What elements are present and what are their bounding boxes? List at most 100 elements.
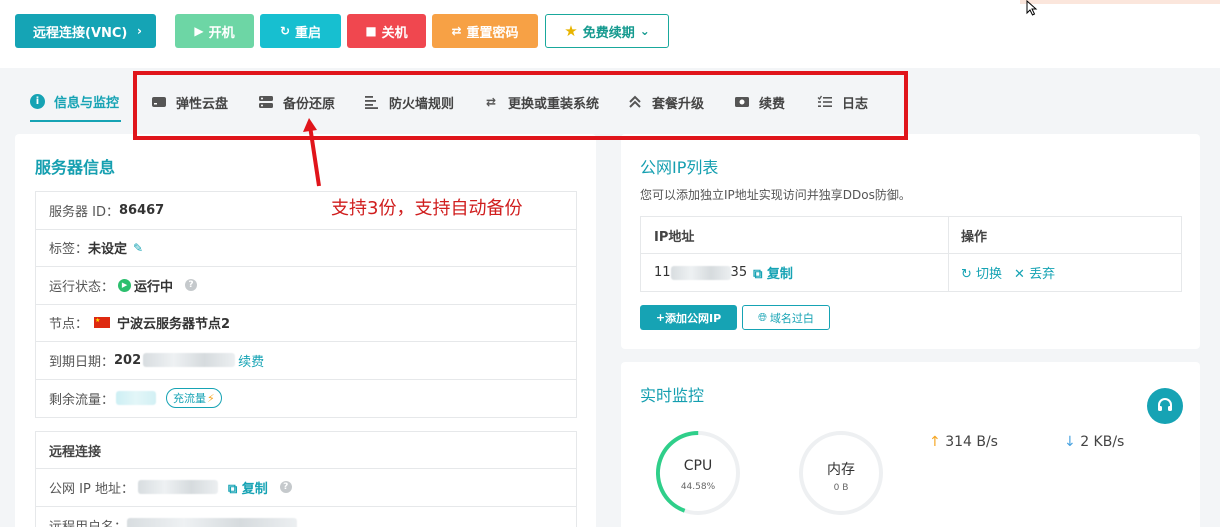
power-on-button[interactable]: ▶ 开机 [175, 14, 254, 48]
remote-connection-table: 远程连接 公网 IP 地址： ⧉ 复制 ? 远程用户名： [35, 431, 577, 527]
tag-label: 标签： [49, 242, 89, 258]
arrow-down-icon: ↓ [1064, 434, 1076, 450]
free-renew-button[interactable]: ★ 免费续期 ⌄ [545, 14, 669, 48]
recharge-traffic-label: 充流量 [173, 392, 207, 406]
server-info-table: 服务器 ID： 86467 标签： 未设定 ✎ 运行状态： ▶ 运行中 ? 节点… [35, 191, 577, 418]
upload-speed: ↑ 314 B/s [929, 434, 998, 450]
sync-icon: ⇄ [451, 24, 462, 38]
support-button[interactable] [1147, 388, 1183, 424]
switch-button[interactable]: ↻ 切换 [961, 263, 1002, 282]
stop-icon: ■ [365, 24, 377, 38]
chevron-right-icon: › [137, 24, 142, 38]
add-public-ip-label: 添加公网IP [665, 311, 722, 325]
redacted-traffic [116, 391, 157, 406]
renew-link[interactable]: 续费 [238, 351, 264, 370]
annotation-arrow-icon [303, 118, 321, 187]
copy-ip-button[interactable]: ⧉ 复制 [228, 478, 268, 497]
copy-label: 复制 [241, 481, 268, 497]
help-icon[interactable]: ? [185, 279, 198, 292]
node-label: 节点： [49, 317, 89, 333]
public-ip-title: 公网IP列表 [640, 158, 719, 177]
cpu-label: CPU [683, 458, 713, 474]
node-value: 宁波云服务器节点2 [117, 317, 231, 333]
refresh-icon: ↻ [279, 24, 291, 38]
tag-row: 标签： 未设定 ✎ [36, 230, 576, 267]
play-icon: ▶ [194, 24, 204, 38]
public-ip-row: 公网 IP 地址： ⧉ 复制 ? [36, 469, 576, 507]
ip-cell: 11 35 ⧉ 复制 [641, 254, 949, 291]
switch-label: 切换 [976, 267, 1003, 282]
headset-icon [1158, 398, 1172, 411]
domain-whitelist-button[interactable]: 🌐︎ 域名过白 [742, 305, 830, 330]
tag-value: 未设定 [88, 242, 128, 258]
top-strip [1020, 0, 1220, 4]
ip-suffix: 35 [730, 265, 748, 280]
traffic-row: 剩余流量： 充流量 ⚡ [36, 380, 576, 418]
annotation-note: 支持3份，支持自动备份 [331, 198, 523, 219]
copy-ip-button[interactable]: ⧉ 复制 [753, 263, 793, 282]
status-row: 运行状态： ▶ 运行中 ? [36, 267, 576, 305]
node-row: 节点： ★ 宁波云服务器节点2 [36, 305, 576, 342]
ip-table: IP地址 操作 11 35 ⧉ 复制 ↻ 切换 ✕ 丢弃 [640, 216, 1182, 292]
redacted-ip [670, 265, 731, 280]
ip-prefix: 11 [654, 265, 671, 280]
status-value: 运行中 [134, 279, 174, 295]
memory-value: 0 B [833, 483, 849, 493]
status-label: 运行状态： [49, 279, 115, 295]
vnc-button[interactable]: 远程连接(VNC) › [15, 14, 156, 48]
shutdown-label: 关机 [381, 25, 408, 41]
realtime-monitor-card: 实时监控 CPU 44.58% 内存 0 B ↑ 314 B/s ↓ 2 KB/… [621, 362, 1200, 527]
restart-label: 重启 [295, 25, 322, 41]
server-id-value: 86467 [118, 202, 165, 218]
table-row: 11 35 ⧉ 复制 ↻ 切换 ✕ 丢弃 [641, 254, 1181, 291]
server-info-card: 服务器信息 服务器 ID： 86467 标签： 未设定 ✎ 运行状态： ▶ 运行… [15, 134, 596, 527]
col-ip-header: IP地址 [641, 217, 949, 253]
server-id-label: 服务器 ID： [49, 204, 119, 220]
china-flag-icon: ★ [94, 317, 111, 329]
memory-label: 内存 [827, 462, 855, 478]
arrow-up-icon: ↑ [929, 434, 941, 450]
add-public-ip-button[interactable]: + 添加公网IP [640, 305, 737, 330]
recharge-traffic-button[interactable]: 充流量 ⚡ [166, 388, 222, 409]
lightning-icon: ⚡ [207, 391, 215, 405]
help-icon[interactable]: ? [279, 481, 292, 494]
remote-user-label: 远程用户名： [49, 516, 127, 527]
upload-value: 314 B/s [945, 434, 998, 450]
redacted-ip [137, 480, 218, 495]
expire-label: 到期日期： [49, 354, 115, 370]
download-speed: ↓ 2 KB/s [1064, 434, 1124, 450]
edit-icon[interactable]: ✎ [133, 241, 143, 255]
globe-icon: 🌐︎ [758, 310, 767, 324]
remote-connection-title: 远程连接 [36, 432, 576, 469]
cpu-value: 44.58% [680, 482, 716, 492]
mouse-cursor-icon [1026, 0, 1038, 16]
public-ip-label: 公网 IP 地址： [49, 481, 134, 497]
discard-button[interactable]: ✕ 丢弃 [1014, 263, 1055, 282]
reset-password-button[interactable]: ⇄ 重置密码 [432, 14, 538, 48]
reset-password-label: 重置密码 [466, 25, 519, 41]
ip-table-header: IP地址 操作 [641, 217, 1181, 254]
col-action-header: 操作 [961, 229, 988, 245]
expire-row: 到期日期： 202 续费 [36, 342, 576, 380]
copy-label: 复制 [766, 267, 793, 282]
star-icon: ★ [564, 22, 578, 40]
public-ip-description: 您可以添加独立IP地址实现访问并独享DDos防御。 [640, 188, 911, 202]
free-renew-label: 免费续期 [582, 25, 635, 41]
action-cell: ↻ 切换 ✕ 丢弃 [949, 254, 1181, 291]
running-icon: ▶ [118, 278, 132, 292]
annotation-highlight-box [133, 71, 908, 140]
expire-value: 202 [114, 352, 142, 368]
domain-whitelist-label: 域名过白 [769, 311, 814, 325]
server-info-title: 服务器信息 [35, 158, 116, 177]
vnc-button-label: 远程连接(VNC) [33, 25, 128, 41]
tab-info-monitor[interactable]: i 信息与监控 [30, 82, 122, 122]
redacted-date [143, 353, 236, 368]
monitor-title: 实时监控 [640, 386, 705, 405]
power-on-label: 开机 [208, 25, 235, 41]
public-ip-card: 公网IP列表 您可以添加独立IP地址实现访问并独享DDos防御。 IP地址 操作… [621, 134, 1200, 349]
restart-button[interactable]: ↻ 重启 [260, 14, 341, 48]
redacted-user [127, 518, 298, 527]
info-icon: i [30, 93, 45, 109]
shutdown-button[interactable]: ■ 关机 [347, 14, 426, 48]
download-value: 2 KB/s [1080, 434, 1125, 450]
